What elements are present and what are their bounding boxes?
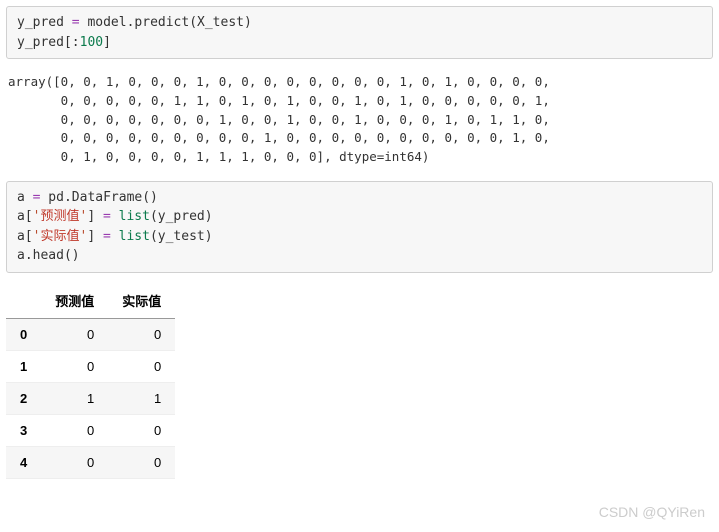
table-header-row: 预测值 实际值 [6, 283, 175, 319]
code-text: a[ [17, 209, 33, 224]
code-text: ] [87, 209, 103, 224]
table-row: 4 0 0 [6, 446, 175, 478]
cell-value: 0 [108, 414, 175, 446]
code-text: (y_pred) [150, 209, 213, 224]
code-text: a [17, 190, 33, 205]
table-row: 1 0 0 [6, 350, 175, 382]
operator: = [103, 209, 111, 224]
cell-value: 0 [41, 318, 108, 350]
cell-value: 0 [41, 414, 108, 446]
cell-value: 0 [108, 318, 175, 350]
cell-value: 0 [108, 350, 175, 382]
builtin-func: list [119, 209, 150, 224]
cell-value: 0 [108, 446, 175, 478]
code-text: y_pred [17, 15, 72, 30]
code-text: (y_test) [150, 229, 213, 244]
operator: = [103, 229, 111, 244]
cell-value: 1 [41, 382, 108, 414]
code-text [111, 209, 119, 224]
code-cell-1: y_pred = model.predict(X_test) y_pred[:1… [6, 6, 713, 59]
cell-value: 0 [41, 350, 108, 382]
row-index: 1 [6, 350, 41, 382]
column-header: 实际值 [108, 283, 175, 319]
number-literal: 100 [80, 35, 103, 50]
builtin-func: list [119, 229, 150, 244]
code-text: pd.DataFrame() [40, 190, 157, 205]
code-text: ] [103, 35, 111, 50]
table-row: 0 0 0 [6, 318, 175, 350]
index-header-blank [6, 283, 41, 319]
row-index: 2 [6, 382, 41, 414]
code-text: a.head() [17, 248, 80, 263]
dataframe-output: 预测值 实际值 0 0 0 1 0 0 2 1 1 3 0 0 4 0 0 [6, 283, 175, 479]
code-text: model.predict(X_test) [80, 15, 252, 30]
operator: = [72, 15, 80, 30]
row-index: 0 [6, 318, 41, 350]
cell-value: 1 [108, 382, 175, 414]
cell-value: 0 [41, 446, 108, 478]
table-row: 2 1 1 [6, 382, 175, 414]
string-cjk: 实际值 [40, 229, 79, 244]
output-array: array([0, 0, 1, 0, 0, 0, 1, 0, 0, 0, 0, … [6, 69, 713, 171]
code-text: a[ [17, 229, 33, 244]
row-index: 4 [6, 446, 41, 478]
table-row: 3 0 0 [6, 414, 175, 446]
code-cell-2: a = pd.DataFrame() a['预测值'] = list(y_pre… [6, 181, 713, 273]
string-cjk: 预测值 [40, 209, 79, 224]
column-header: 预测值 [41, 283, 108, 319]
code-text: ] [87, 229, 103, 244]
code-text: y_pred[: [17, 35, 80, 50]
watermark-text: CSDN @QYiRen [599, 504, 705, 520]
row-index: 3 [6, 414, 41, 446]
code-text [111, 229, 119, 244]
